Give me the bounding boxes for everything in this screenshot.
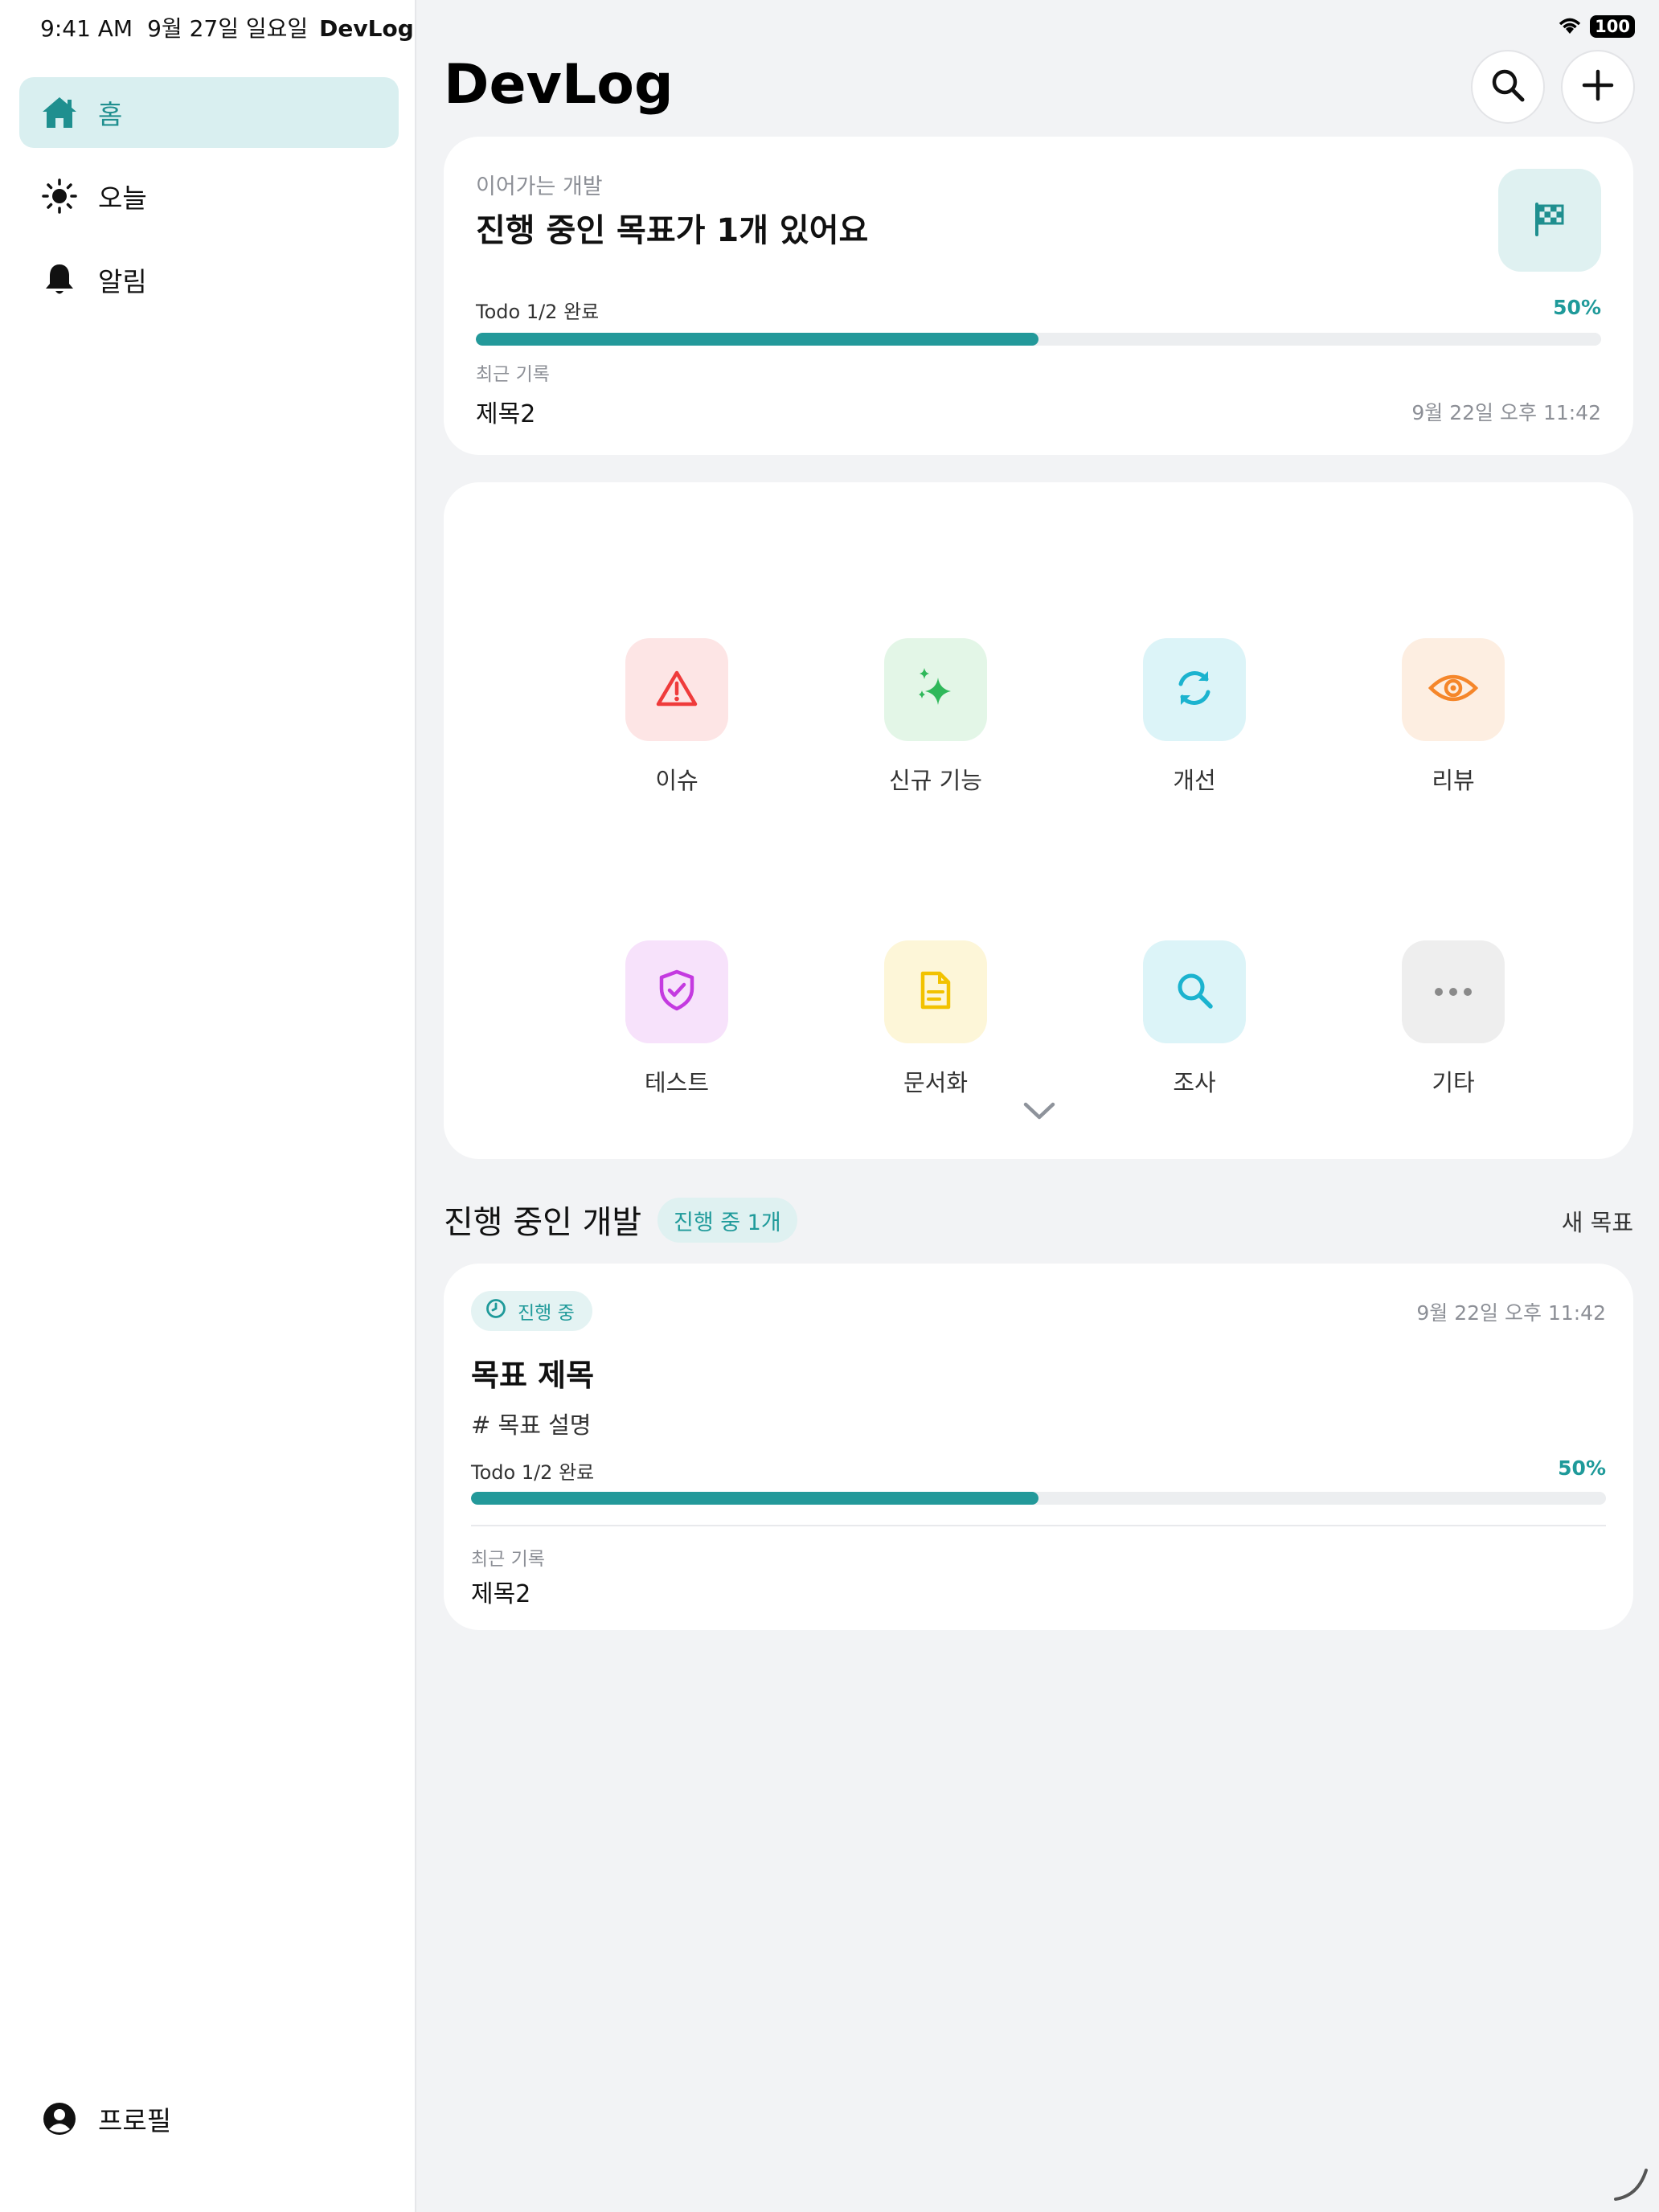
card-subtitle: 이어가는 개발 [476,174,603,199]
category-grid-card: 이슈 신규 기능 개선 리뷰 테스트 문서화 조사 기타 [444,482,1633,1159]
category-label: 테스트 [644,1069,710,1096]
checkered-flag-icon [1532,201,1567,240]
continue-development-card[interactable]: 이어가는 개발 진행 중인 목표가 1개 있어요 Todo 1/2 완료 50%… [444,137,1633,455]
battery-indicator: 100 [1590,15,1635,38]
recent-record-timestamp: 9월 22일 오후 11:42 [1411,401,1601,424]
goal-timestamp: 9월 22일 오후 11:42 [1416,1301,1606,1325]
recent-record-title: 제목2 [476,400,536,428]
category-label: 개선 [1173,767,1216,794]
progress-fill [471,1492,1038,1505]
status-app-name: DevLog [319,15,414,42]
house-icon [40,93,79,132]
flag-badge [1498,169,1601,272]
category-label: 조사 [1173,1069,1216,1096]
sidebar-item-today[interactable]: 오늘 [19,161,399,231]
goal-description: # 목표 설명 [471,1411,592,1439]
category-tile [1402,638,1505,741]
page-title: DevLog [444,53,674,117]
category-label: 기타 [1432,1069,1475,1096]
status-bar-right: 100 [1556,14,1635,39]
status-time: 9:41 AM [40,15,133,42]
document-icon [919,970,952,1014]
person-circle-icon [40,2099,79,2138]
goal-card[interactable]: 진행 중 9월 22일 오후 11:42 목표 제목 # 목표 설명 Todo … [444,1264,1633,1630]
sidebar-item-label: 홈 [98,99,123,130]
resize-handle-icon[interactable] [1611,2164,1651,2207]
category-tile [625,638,728,741]
category-new-feature[interactable]: 신규 기능 [831,638,1040,796]
chevron-down-icon [1022,1102,1056,1124]
sidebar-item-notifications[interactable]: 알림 [19,244,399,315]
category-test[interactable]: 테스트 [572,940,781,1098]
plus-icon [1582,69,1614,104]
category-tile [884,940,987,1043]
category-tile [1143,940,1246,1043]
sparkles-icon [916,666,956,713]
todo-progress-label: Todo 1/2 완료 [476,301,600,323]
category-other[interactable]: 기타 [1349,940,1558,1098]
progress-percent: 50% [1558,1456,1606,1480]
wifi-icon [1556,14,1583,39]
category-review[interactable]: 리뷰 [1349,638,1558,796]
category-issue[interactable]: 이슈 [572,638,781,796]
category-label: 리뷰 [1432,767,1475,794]
sidebar: 9:41 AM 9월 27일 일요일 DevLog 홈 오늘 알림 프로필 [0,0,416,2212]
bell-icon [40,260,79,299]
sidebar-item-profile[interactable]: 프로필 [19,2083,399,2154]
recent-record-title: 제목2 [471,1580,531,1608]
card-title: 진행 중인 목표가 1개 있어요 [476,212,869,249]
eye-icon [1428,672,1479,707]
warning-triangle-icon [656,670,698,710]
add-button[interactable] [1561,50,1635,124]
in-progress-count-badge: 진행 중 1개 [657,1198,797,1243]
category-research[interactable]: 조사 [1090,940,1299,1098]
search-button[interactable] [1471,50,1545,124]
sidebar-item-label: 프로필 [98,2105,172,2136]
ellipsis-icon [1434,985,1473,1000]
progress-bar [471,1492,1606,1505]
recent-record-label: 최근 기록 [476,364,550,385]
status-label: 진행 중 [518,1303,575,1324]
category-tile [884,638,987,741]
progress-fill [476,333,1038,346]
category-label: 이슈 [655,767,698,794]
sidebar-item-home[interactable]: 홈 [19,77,399,148]
main-content: 100 DevLog 이어가는 개발 진행 중인 목표가 1개 있어요 Todo… [418,0,1659,2212]
recent-record-label: 최근 기록 [471,1549,545,1570]
category-documentation[interactable]: 문서화 [831,940,1040,1098]
sidebar-item-label: 알림 [98,266,147,297]
category-improvement[interactable]: 개선 [1090,638,1299,796]
refresh-arrows-icon [1173,666,1216,713]
divider [471,1525,1606,1526]
section-title: 진행 중인 개발 [444,1204,642,1241]
category-label: 문서화 [903,1069,969,1096]
status-badge: 진행 중 [471,1291,592,1331]
shield-check-icon [658,969,695,1014]
status-date: 9월 27일 일요일 [147,15,309,42]
status-bar-left: 9:41 AM 9월 27일 일요일 DevLog [40,11,414,43]
sun-icon [40,177,79,215]
sidebar-item-label: 오늘 [98,182,147,214]
category-label: 신규 기능 [889,767,982,794]
progress-bar [476,333,1601,346]
expand-button[interactable] [1022,1101,1056,1124]
category-tile [1143,638,1246,741]
magnifying-glass-icon [1490,68,1526,106]
goal-title: 목표 제목 [471,1358,595,1393]
todo-progress-label: Todo 1/2 완료 [471,1461,595,1484]
magnifying-glass-icon [1175,971,1214,1013]
new-goal-button[interactable]: 새 목표 [1562,1204,1633,1238]
progress-percent: 50% [1553,296,1601,319]
clock-icon [485,1298,506,1324]
category-tile [625,940,728,1043]
category-tile [1402,940,1505,1043]
